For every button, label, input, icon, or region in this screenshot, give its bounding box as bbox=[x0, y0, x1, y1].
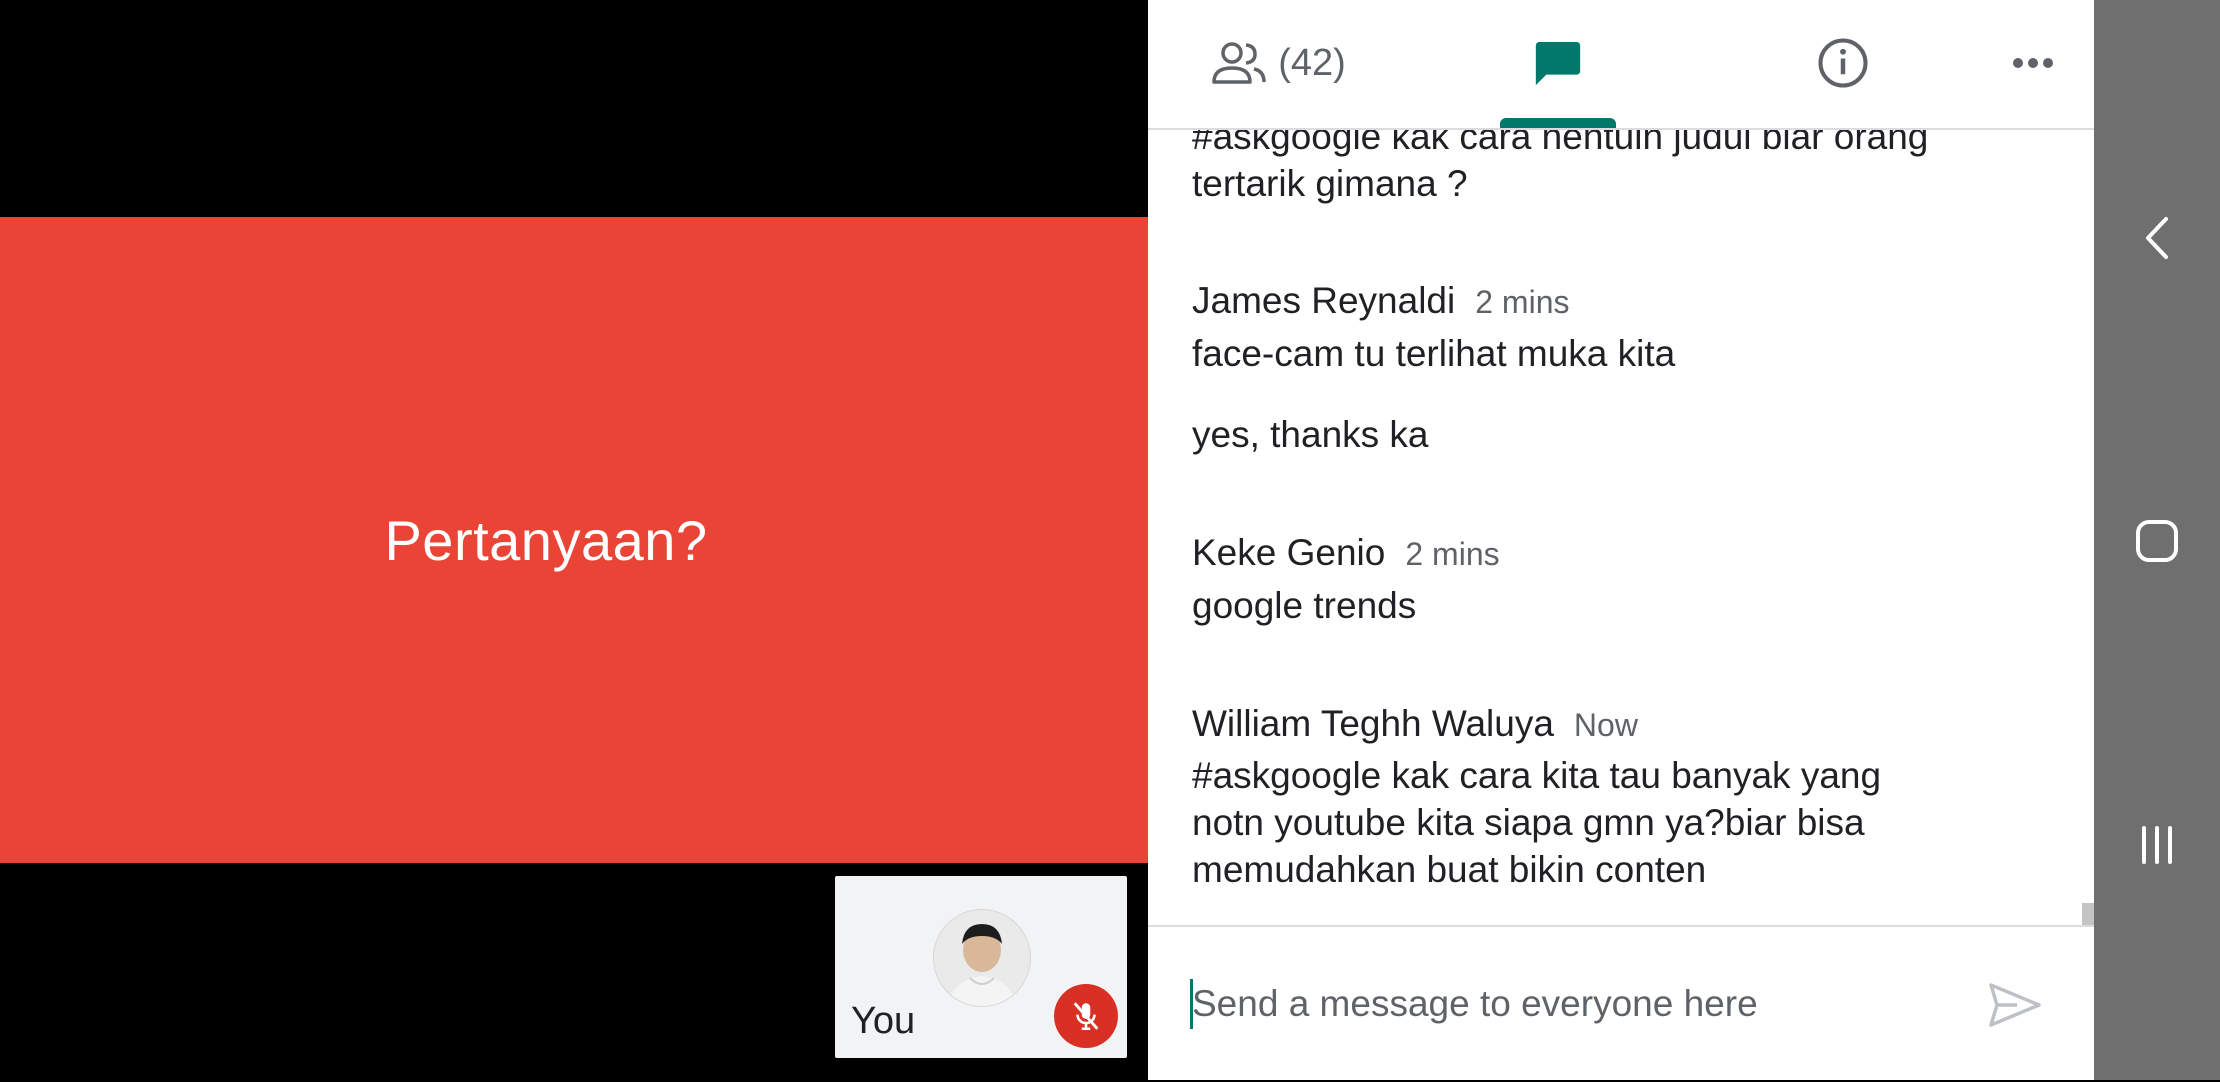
people-icon bbox=[1212, 42, 1266, 84]
presentation-stage: Pertanyaan? You bbox=[0, 0, 1148, 1080]
home-square-icon bbox=[2136, 520, 2178, 562]
sender-name: Keke Genio bbox=[1192, 532, 1386, 573]
message-text: face-cam tu terlihat muka kita bbox=[1192, 333, 1676, 374]
message-time: Now bbox=[1573, 707, 1638, 743]
chat-messages[interactable]: #askgoogle kak cara nentuin judul biar o… bbox=[1148, 130, 2094, 925]
send-button[interactable] bbox=[1984, 977, 2046, 1033]
message-sender: James Reynaldi 2 mins bbox=[1192, 280, 1569, 322]
nav-home-button[interactable] bbox=[2127, 511, 2187, 571]
message-time: 2 mins bbox=[1475, 284, 1570, 320]
more-options-button[interactable] bbox=[1998, 0, 2068, 126]
message-text: yes, thanks ka bbox=[1192, 414, 1429, 455]
system-navigation-bar bbox=[2094, 0, 2220, 1080]
tab-info[interactable] bbox=[1803, 0, 1883, 126]
message-time: 2 mins bbox=[1405, 536, 1500, 572]
participant-count: (42) bbox=[1278, 41, 1346, 84]
self-name-label: You bbox=[851, 1000, 916, 1042]
slide-title: Pertanyaan? bbox=[384, 508, 708, 572]
nav-recents-button[interactable] bbox=[2127, 815, 2187, 875]
active-tab-indicator bbox=[1500, 118, 1616, 128]
more-horizontal-icon bbox=[2013, 58, 2053, 68]
send-icon bbox=[1989, 983, 2041, 1027]
back-chevron-icon bbox=[2146, 217, 2168, 259]
panel-tabs: (42) bbox=[1148, 0, 2094, 130]
message-sender: Keke Genio 2 mins bbox=[1192, 532, 1500, 574]
message-text: google trends bbox=[1192, 585, 1417, 626]
scrollbar[interactable] bbox=[2082, 903, 2094, 925]
tab-people[interactable]: (42) bbox=[1198, 0, 1358, 126]
message-text: #askgoogle kak cara nentuin judul biar o… bbox=[1192, 130, 1929, 204]
tab-chat[interactable] bbox=[1498, 0, 1618, 126]
avatar bbox=[933, 909, 1031, 1007]
presented-slide: Pertanyaan? bbox=[0, 217, 1148, 863]
message-input[interactable] bbox=[1192, 979, 1972, 1029]
sender-name: William Teghh Waluya bbox=[1192, 703, 1554, 744]
chat-icon bbox=[1535, 42, 1581, 86]
message-composer bbox=[1148, 925, 2094, 1082]
message-sender: William Teghh Waluya Now bbox=[1192, 703, 1638, 745]
info-icon bbox=[1818, 38, 1868, 88]
message-text: #askgoogle kak cara kita tau banyak yang… bbox=[1192, 755, 1882, 890]
recents-icon bbox=[2142, 826, 2172, 864]
mic-off-icon bbox=[1073, 1002, 1099, 1031]
nav-back-button[interactable] bbox=[2127, 208, 2187, 268]
sender-name: James Reynaldi bbox=[1192, 280, 1456, 321]
self-video-tile[interactable]: You bbox=[835, 876, 1127, 1058]
mic-muted-button[interactable] bbox=[1054, 984, 1118, 1048]
side-panel: (42) #askgoogle kak cara nentuin judul b… bbox=[1148, 0, 2094, 1080]
